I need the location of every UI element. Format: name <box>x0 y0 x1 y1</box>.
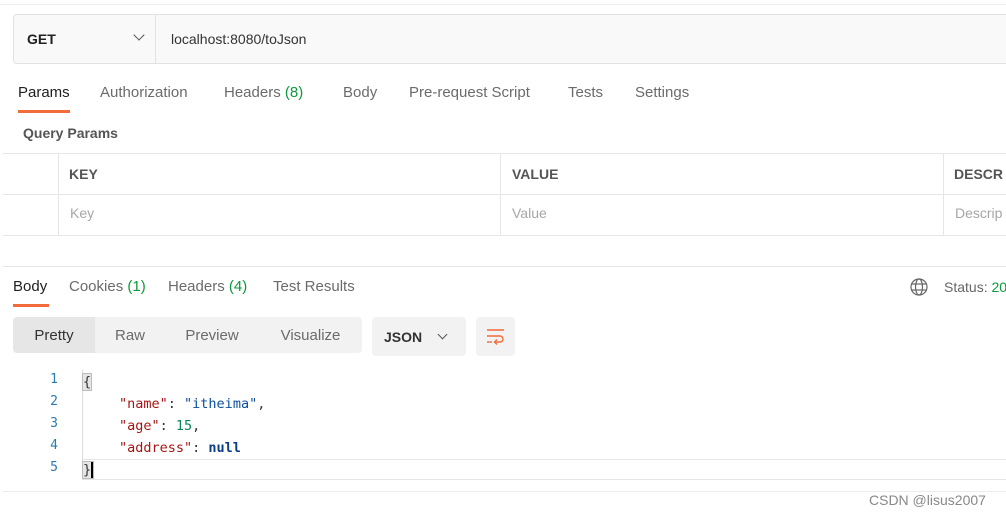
json-key: "address" <box>119 440 193 456</box>
json-number: 15 <box>175 418 193 434</box>
divider <box>0 4 1006 5</box>
brace: } <box>81 461 95 479</box>
wrap-lines-button[interactable] <box>476 317 515 356</box>
format-select[interactable]: JSON <box>372 317 466 356</box>
tab-label: Headers <box>224 84 281 101</box>
line-number: 3 <box>50 416 58 431</box>
line-number: 2 <box>50 394 58 409</box>
globe-icon[interactable] <box>910 278 928 299</box>
query-params-title: Query Params <box>23 125 118 141</box>
count-badge: (8) <box>284 84 304 101</box>
view-mode-tabs: Pretty Raw Preview Visualize <box>13 317 362 353</box>
json-key: "age" <box>119 418 160 434</box>
response-code[interactable]: { "name": "itheima", "age": 15, "address… <box>81 371 265 481</box>
view-preview[interactable]: Preview <box>165 317 259 353</box>
response-tab-headers[interactable]: Headers (4) <box>168 278 247 295</box>
count-badge: (4) <box>228 278 248 295</box>
value-input[interactable]: Value <box>512 205 547 221</box>
column-header-key: KEY <box>69 166 98 182</box>
column-header-description: DESCR <box>954 166 1004 182</box>
divider <box>500 153 501 235</box>
divider <box>58 153 59 235</box>
view-visualize[interactable]: Visualize <box>259 317 362 353</box>
format-label: JSON <box>384 328 423 345</box>
tab-label: Headers <box>168 278 225 295</box>
active-tab-indicator <box>18 110 70 113</box>
divider <box>3 235 1006 236</box>
chevron-down-icon <box>437 329 448 340</box>
tab-settings[interactable]: Settings <box>635 84 689 101</box>
count-badge: (1) <box>127 278 146 295</box>
column-header-value: VALUE <box>512 166 559 182</box>
tab-authorization[interactable]: Authorization <box>100 84 188 101</box>
watermark: CSDN @lisus2007 <box>869 492 986 508</box>
description-input[interactable]: Descrip <box>955 205 1002 221</box>
view-raw[interactable]: Raw <box>95 317 165 353</box>
tab-headers[interactable]: Headers (8) <box>224 84 303 101</box>
response-tab-test-results[interactable]: Test Results <box>273 278 355 295</box>
divider <box>3 194 1006 195</box>
method-select[interactable]: GET <box>14 15 156 63</box>
response-tab-body[interactable]: Body <box>13 278 47 295</box>
brace: { <box>81 373 93 391</box>
status-label: Status: <box>944 279 988 295</box>
tab-label: Cookies <box>69 278 124 295</box>
method-label: GET <box>27 31 56 47</box>
json-key: "name" <box>119 396 168 412</box>
chevron-down-icon <box>133 29 145 41</box>
divider <box>3 491 1006 492</box>
response-tab-cookies[interactable]: Cookies (1) <box>69 278 146 295</box>
divider <box>3 153 1006 154</box>
key-input[interactable]: Key <box>70 205 94 221</box>
tab-pre-request-script[interactable]: Pre-request Script <box>409 84 530 101</box>
tab-params[interactable]: Params <box>18 84 70 101</box>
tab-tests[interactable]: Tests <box>568 84 603 101</box>
divider <box>3 266 1006 267</box>
response-status: Status: 20 <box>944 279 1006 295</box>
divider <box>943 153 944 235</box>
line-number: 1 <box>50 372 58 387</box>
line-number: 4 <box>50 438 58 453</box>
line-number: 5 <box>50 460 58 475</box>
request-bar: GET localhost:8080/toJson <box>13 14 1006 64</box>
json-null: null <box>208 440 241 456</box>
json-string: "itheima" <box>184 396 258 412</box>
tab-body[interactable]: Body <box>343 84 377 101</box>
view-pretty[interactable]: Pretty <box>13 317 95 353</box>
status-value: 20 <box>991 279 1006 295</box>
url-input[interactable]: localhost:8080/toJson <box>156 15 306 63</box>
wrap-icon <box>487 329 504 345</box>
active-tab-indicator <box>13 304 49 307</box>
